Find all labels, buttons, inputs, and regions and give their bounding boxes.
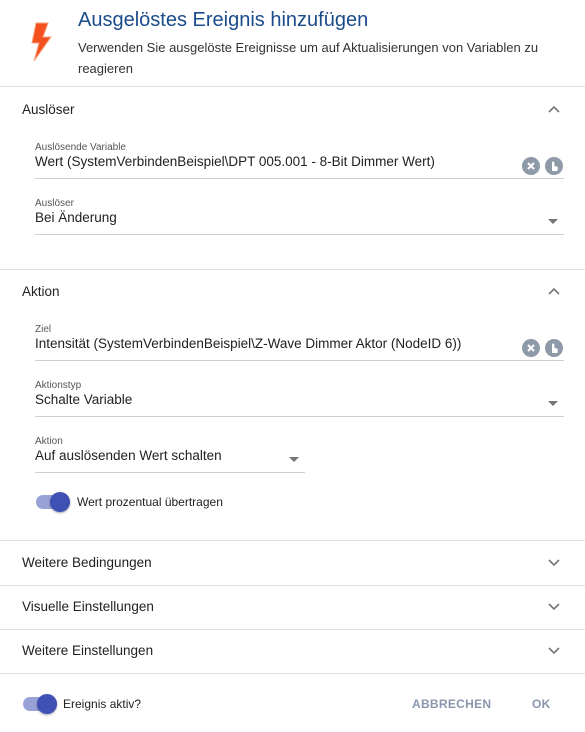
trigger-value: Bei Änderung [35,210,117,225]
section-header-visual[interactable]: Visuelle Einstellungen [0,585,585,629]
trigger-select[interactable]: Auslöser Bei Änderung [35,198,564,235]
dropdown-caret-icon [289,457,299,462]
field-underline [35,472,305,473]
ok-button[interactable]: OK [532,697,551,711]
dropdown-caret-icon [548,401,558,406]
select-pointer-icon[interactable] [545,339,563,357]
section-header-conditions[interactable]: Weitere Bedingungen [0,541,585,585]
action-value: Auf auslösenden Wert schalten [35,448,222,463]
lightning-bolt-icon [31,22,52,62]
section-title-conditions: Weitere Bedingungen [22,555,152,570]
target-field[interactable]: Ziel Intensität (SystemVerbindenBeispiel… [35,324,564,361]
field-underline [35,416,564,417]
section-divider [0,673,585,674]
action-type-select[interactable]: Aktionstyp Schalte Variable [35,380,564,417]
dialog-header: Ausgelöstes Ereignis hinzufügen Verwende… [0,0,585,87]
target-value: Intensität (SystemVerbindenBeispiel\Z-Wa… [35,336,462,351]
section-title-more: Weitere Einstellungen [22,643,154,658]
chevron-down-icon [548,647,560,655]
section-title-visual: Visuelle Einstellungen [22,599,154,614]
action-select[interactable]: Aktion Auf auslösenden Wert schalten [35,436,305,473]
chevron-up-icon [548,287,560,295]
select-pointer-icon[interactable] [545,157,563,175]
section-header-action[interactable]: Aktion [0,270,585,314]
trigger-variable-label: Auslösende Variable [35,142,126,153]
section-title-action: Aktion [22,284,60,299]
chevron-down-icon [548,559,560,567]
field-underline [35,360,564,361]
action-type-value: Schalte Variable [35,392,133,407]
target-label: Ziel [35,324,52,335]
chevron-down-icon [548,603,560,611]
dialog-subtitle: Verwenden Sie ausgelöste Ereignisse um a… [78,40,539,76]
clear-icon[interactable] [522,157,540,175]
action-type-label: Aktionstyp [35,380,82,391]
dialog-title: Ausgelöstes Ereignis hinzufügen [78,9,369,31]
section-title-trigger: Auslöser [22,102,75,117]
field-underline [35,178,564,179]
percent-toggle-label: Wert prozentual übertragen [77,495,223,509]
field-underline [35,234,564,235]
section-header-more[interactable]: Weitere Einstellungen [0,629,585,673]
event-active-label: Ereignis aktiv? [63,697,142,711]
dropdown-caret-icon [548,219,558,224]
action-label: Aktion [35,436,63,447]
toggle-knob [50,492,70,512]
section-header-trigger[interactable]: Auslöser [0,88,585,132]
trigger-variable-value: Wert (SystemVerbindenBeispiel\DPT 005.00… [35,154,435,169]
trigger-label: Auslöser [35,198,74,209]
trigger-variable-field[interactable]: Auslösende Variable Wert (SystemVerbinde… [35,142,564,179]
cancel-button[interactable]: ABBRECHEN [412,697,491,711]
percent-toggle[interactable] [36,492,70,512]
toggle-knob [37,694,57,714]
chevron-up-icon [548,105,560,113]
clear-icon[interactable] [522,339,540,357]
event-active-toggle[interactable] [23,694,57,714]
